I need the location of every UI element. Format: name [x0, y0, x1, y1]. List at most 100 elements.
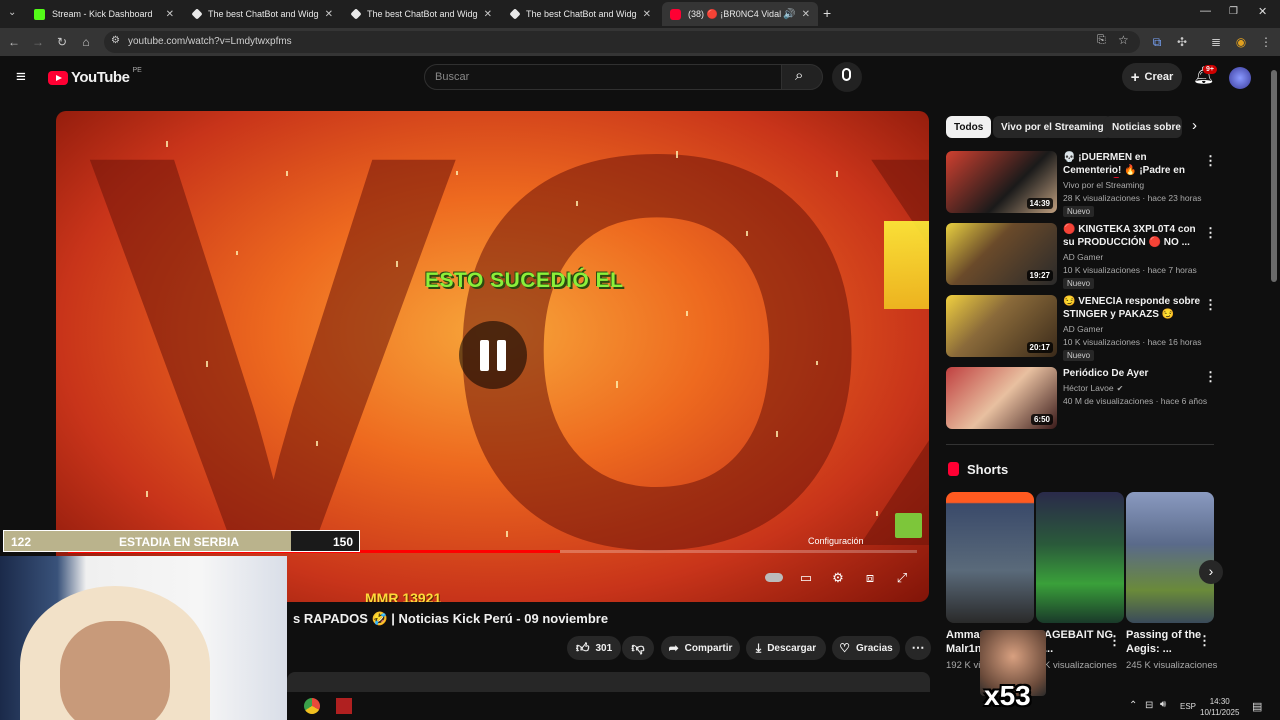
tray-clock[interactable]: 14:30 10/11/2025	[1200, 696, 1239, 718]
speaker-icon[interactable]: 🔊	[783, 9, 795, 20]
close-tab-icon[interactable]: ✕	[166, 9, 174, 20]
tab-kick-dashboard[interactable]: Stream - Kick Dashboard ✕	[26, 2, 182, 26]
video-thumbnail[interactable]: 19:27	[946, 223, 1057, 285]
short-item[interactable]	[1036, 492, 1124, 623]
taskbar-chrome-icon[interactable]	[304, 698, 320, 714]
short-item[interactable]	[1126, 492, 1214, 623]
settings-gear-icon[interactable]: ⚙	[828, 570, 848, 586]
close-window-icon[interactable]: ✕	[1258, 5, 1267, 18]
like-button[interactable]: 👍︎ 301	[567, 636, 621, 660]
browser-menu-icon[interactable]: ⋮	[1258, 34, 1274, 50]
chevron-right-icon[interactable]: ›	[1192, 117, 1197, 134]
create-label: Crear	[1144, 71, 1174, 83]
close-tab-icon[interactable]: ✕	[802, 9, 810, 20]
short-views: 245 K visualizaciones	[1126, 660, 1218, 671]
close-tab-icon[interactable]: ✕	[325, 9, 333, 20]
more-vertical-icon[interactable]: ⋮	[1204, 369, 1217, 385]
share-button[interactable]: ➦ Compartir	[661, 636, 740, 660]
voice-search-button[interactable]	[832, 62, 862, 92]
tab-chatbot-3[interactable]: The best ChatBot and Widgets ✕	[503, 2, 659, 26]
theater-mode-icon[interactable]: ⧈	[860, 570, 880, 586]
rec-channel[interactable]: AD Gamer	[1063, 324, 1103, 334]
recommendation-item[interactable]: 19:27 🔴 KINGTEKA 3XPL0T4 con su PRODUCCI…	[946, 223, 1217, 289]
close-tab-icon[interactable]: ✕	[643, 9, 651, 20]
video-thumbnail[interactable]: 6:50	[946, 367, 1057, 429]
search-input[interactable]: Buscar	[424, 64, 782, 90]
short-title[interactable]: Passing of the Aegis: ...	[1126, 628, 1204, 656]
home-icon[interactable]: ⌂	[78, 34, 94, 50]
rec-channel[interactable]: Héctor Lavoe ✔	[1063, 383, 1123, 393]
install-app-icon[interactable]: ⎘	[1097, 34, 1106, 47]
create-button[interactable]: + Crear	[1122, 63, 1182, 91]
video-player[interactable]: VOX ESTO SUCEDIÓ EL Configuración MMR 13…	[56, 111, 929, 602]
rec-channel[interactable]: AD Gamer	[1063, 252, 1103, 262]
account-avatar[interactable]	[1229, 67, 1251, 89]
more-actions-button[interactable]: ⋯	[905, 636, 931, 660]
more-vertical-icon[interactable]: ⋮	[1198, 633, 1211, 649]
short-item[interactable]	[946, 492, 1034, 623]
extensions-icon[interactable]: ✣	[1174, 34, 1190, 50]
like-count: 301	[595, 642, 613, 654]
recommendation-item[interactable]: 20:17 😏 VENECIA responde sobre STINGER y…	[946, 295, 1217, 361]
video-thumbnail[interactable]: 20:17	[946, 295, 1057, 357]
rec-channel[interactable]: Vivo por el Streaming	[1063, 180, 1144, 190]
channel-watermark-logo[interactable]	[895, 513, 922, 538]
dislike-button[interactable]: 👎︎	[622, 636, 654, 660]
new-tab-icon[interactable]: +	[823, 5, 831, 21]
more-vertical-icon[interactable]: ⋮	[1204, 297, 1217, 313]
tab-search-chevron-icon[interactable]: ⌄	[8, 7, 16, 18]
minimize-icon[interactable]: —	[1200, 5, 1211, 17]
notification-center-icon[interactable]: ▤	[1252, 700, 1262, 713]
translate-icon[interactable]: ⧉	[1149, 34, 1165, 50]
fullscreen-icon[interactable]: ⤢	[892, 570, 912, 586]
description-box[interactable]	[287, 672, 930, 692]
media-control-icon[interactable]: ≣	[1208, 34, 1224, 50]
back-icon[interactable]: ←	[6, 34, 22, 50]
taskbar-dota-icon[interactable]	[336, 698, 352, 714]
tray-language[interactable]: ESP	[1180, 702, 1196, 711]
network-icon[interactable]: ⊟	[1145, 700, 1153, 711]
chip-todos[interactable]: Todos	[946, 116, 992, 138]
new-badge: Nuevo	[1063, 278, 1095, 289]
shorts-next-icon[interactable]: ›	[1199, 560, 1223, 584]
recommendation-item[interactable]: 6:50 Periódico De Ayer Héctor Lavoe ✔ 40…	[946, 367, 1217, 431]
chip-noticias[interactable]: Noticias sobre p	[1104, 116, 1182, 138]
rec-title[interactable]: 😏 VENECIA responde sobre STINGER y PAKAZ…	[1063, 295, 1201, 322]
profile-icon[interactable]: ◉	[1233, 34, 1249, 50]
search-button[interactable]: ⌕	[781, 64, 823, 90]
pause-icon[interactable]	[459, 321, 527, 389]
address-bar[interactable]: ⚙ youtube.com/watch?v=Lmdytwxpfms ⎘ ☆	[104, 31, 1140, 53]
site-info-icon[interactable]: ⚙	[111, 35, 120, 46]
page-scrollbar[interactable]	[1271, 70, 1277, 282]
youtube-logo[interactable]: YouTube PE	[48, 67, 142, 86]
recommendation-item[interactable]: 14:39 💀 ¡DUERMEN en Cementerio! 🔥 ¡Padre…	[946, 151, 1217, 217]
download-button[interactable]: ⤓ Descargar	[746, 636, 826, 660]
forward-icon[interactable]: →	[30, 34, 46, 50]
thanks-button[interactable]: ♡ Gracias	[832, 636, 900, 660]
tab-chatbot-1[interactable]: The best ChatBot and Widgets ✕	[185, 2, 341, 26]
tab-youtube-active[interactable]: (38) 🔴 ¡BR0NC4 Vidal vs D 🔊 ✕	[662, 2, 818, 26]
guide-menu-icon[interactable]: ≡	[16, 67, 26, 87]
restore-icon[interactable]: ❐	[1229, 6, 1238, 17]
bookmark-star-icon[interactable]: ☆	[1118, 33, 1129, 47]
rec-channel-name: Héctor Lavoe	[1063, 383, 1114, 393]
subtitles-icon[interactable]: ▭	[796, 570, 816, 586]
rec-title[interactable]: 💀 ¡DUERMEN en Cementerio! 🔥 ¡Padre en VE…	[1063, 151, 1201, 178]
autoplay-toggle[interactable]	[764, 570, 784, 586]
share-arrow-icon: ➦	[668, 641, 679, 655]
video-thumbnail[interactable]: 14:39	[946, 151, 1057, 213]
volume-icon[interactable]: 🔊︎	[1160, 699, 1166, 710]
chip-vivo-streaming[interactable]: Vivo por el Streaming	[993, 116, 1112, 138]
rec-title[interactable]: 🔴 KINGTEKA 3XPL0T4 con su PRODUCCIÓN 🔴 N…	[1063, 223, 1201, 249]
share-label: Compartir	[684, 642, 733, 654]
tab-chatbot-2[interactable]: The best ChatBot and Widgets ✕	[344, 2, 500, 26]
close-tab-icon[interactable]: ✕	[484, 9, 492, 20]
reload-icon[interactable]: ↻	[54, 34, 70, 50]
more-vertical-icon[interactable]: ⋮	[1204, 153, 1217, 169]
tray-chevron-icon[interactable]: ⌃	[1129, 700, 1137, 711]
more-vertical-icon[interactable]: ⋮	[1108, 633, 1121, 649]
more-vertical-icon[interactable]: ⋮	[1204, 225, 1217, 241]
duration-badge: 6:50	[1030, 414, 1053, 425]
rec-title[interactable]: Periódico De Ayer	[1063, 367, 1201, 380]
rec-meta: 10 K visualizaciones · hace 7 horas	[1063, 265, 1197, 275]
